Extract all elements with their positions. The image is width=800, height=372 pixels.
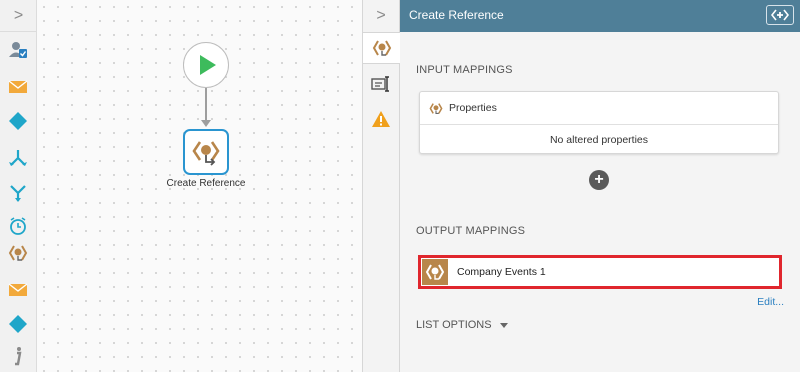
properties-panel: Create Reference INPUT MAPPINGS Properti… [400,0,800,372]
merge-icon[interactable] [6,181,30,205]
caret-down-icon [499,322,508,328]
flow-connector [205,88,207,122]
email-icon[interactable] [6,75,30,99]
start-node[interactable] [183,42,229,88]
no-altered-properties-text: No altered properties [549,134,649,146]
output-mappings-title: OUTPUT MAPPINGS [416,225,526,237]
panel-collapse-button[interactable]: > [363,0,399,32]
reference-icon [422,259,448,285]
edit-link[interactable]: Edit... [757,296,784,308]
reference-icon[interactable] [6,241,30,265]
input-mappings-box: Properties No altered properties [419,91,779,154]
email-icon[interactable] [6,278,30,302]
panel-header: Create Reference [400,0,800,32]
list-options-label: LIST OPTIONS [416,319,492,331]
add-reference-icon [771,9,789,21]
properties-label: Properties [449,102,497,114]
panel-title: Create Reference [409,8,504,22]
split-icon[interactable] [6,146,30,170]
reference-icon [192,141,220,166]
workflow-canvas[interactable]: Create Reference [37,0,363,372]
reference-icon [429,102,443,114]
chevron-right-icon: > [376,7,386,24]
reference-tab-icon [372,40,391,56]
toolbox: > [0,0,37,372]
input-mappings-title: INPUT MAPPINGS [416,64,513,76]
warning-tab-icon [372,111,390,127]
node-label: Create Reference [166,178,246,189]
chevron-right-icon: > [13,6,24,24]
tab-reference[interactable] [363,32,400,64]
list-options-toggle[interactable]: LIST OPTIONS [416,319,508,331]
assign-user-icon[interactable] [6,38,30,62]
tab-text-field[interactable] [363,68,399,100]
decision-icon[interactable] [6,109,30,133]
properties-tab-bar: > [363,0,400,372]
tab-warnings[interactable] [363,103,399,135]
toolbox-collapse-button[interactable]: > [0,0,37,32]
connector-arrowhead [201,120,211,127]
reference-action-button[interactable] [766,5,794,25]
info-icon[interactable] [6,344,30,368]
output-mapping-label: Company Events 1 [457,266,546,278]
properties-header[interactable]: Properties [420,92,778,125]
decision-icon[interactable] [6,312,30,336]
text-field-tab-icon [371,76,389,92]
create-reference-node[interactable] [183,129,229,175]
plus-icon: + [594,171,604,188]
add-mapping-button[interactable]: + [589,170,609,190]
output-mapping-item[interactable]: Company Events 1 [418,255,782,289]
timer-icon[interactable] [6,214,30,238]
play-icon [200,55,216,75]
